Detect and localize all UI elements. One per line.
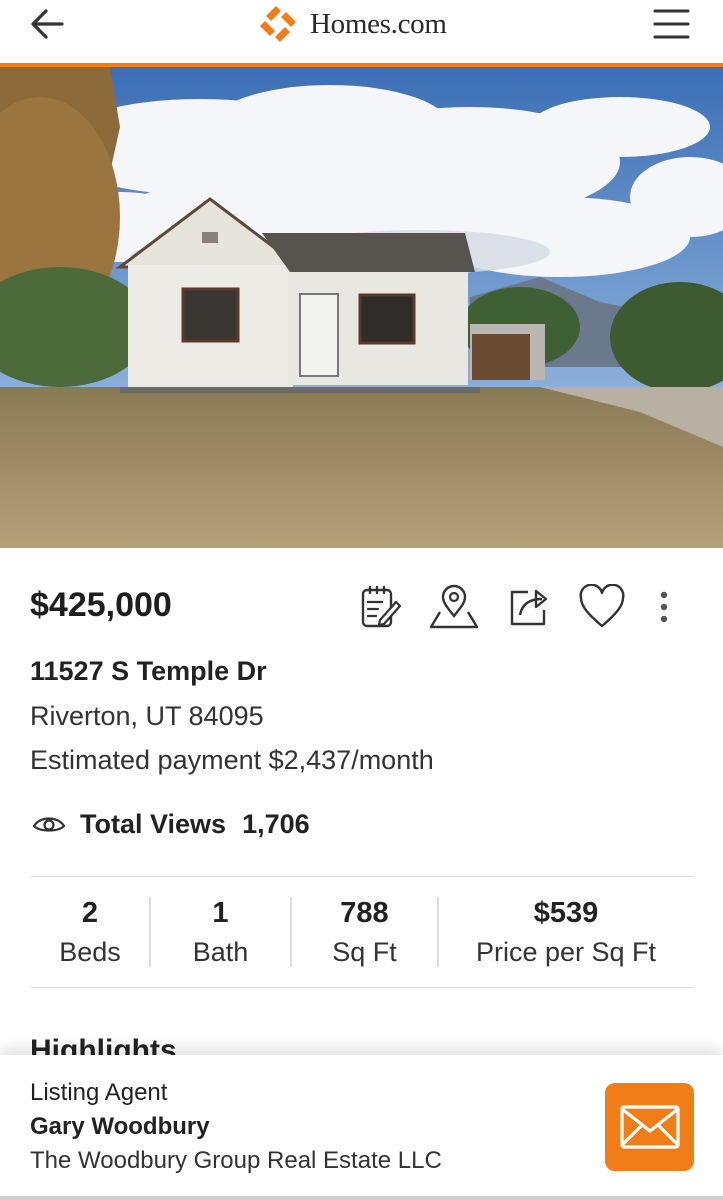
contact-agent-button[interactable] [605,1083,694,1171]
total-views-count: 1,706 [242,808,310,839]
arrow-left-icon [31,9,64,39]
total-views: Total Views 1,706 [32,806,310,842]
eye-icon [32,817,66,832]
top-bar: Homes.com [0,0,723,64]
stat-beds: 2 Beds [30,877,150,987]
favorite-button[interactable] [574,582,630,632]
house-exterior-photo[interactable] [0,67,723,548]
listing-price: $425,000 [30,586,172,624]
stat-bath: 1 Bath [150,877,291,987]
brand-logo[interactable]: Homes.com [256,2,447,46]
property-stats: 2 Beds 1 Bath 788 Sq Ft $539 Price per S… [30,876,694,988]
bottom-edge [0,1196,723,1200]
stat-value: 788 [340,897,389,929]
photo-illustration [0,67,723,548]
stat-label: Sq Ft [332,937,397,967]
back-button[interactable] [26,6,70,42]
heart-icon [579,584,625,628]
stat-value: $539 [533,897,599,929]
stat-label: Price per Sq Ft [475,937,657,967]
street-address: 11527 S Temple Dr [30,656,267,686]
agent-brokerage: The Woodbury Group Real Estate LLC [30,1147,442,1174]
stat-label: Beds [59,937,121,967]
stat-value: 2 [81,897,99,929]
stat-price-per-sqft: $539 Price per Sq Ft [438,877,694,987]
stat-sqft: 788 Sq Ft [291,877,438,987]
envelope-icon [619,1105,680,1149]
stat-value: 1 [212,897,229,929]
map-pin-icon [429,584,479,629]
stat-label: Bath [192,937,249,967]
homes-logo-icon [260,6,296,42]
vertical-ellipsis-icon [660,591,668,623]
notepad-pencil-icon [361,585,402,628]
more-options-button[interactable] [636,582,692,632]
agent-name[interactable]: Gary Woodbury [30,1113,210,1141]
estimated-payment[interactable]: Estimated payment $2,437/month [30,745,434,776]
hamburger-menu-icon [653,9,690,39]
share-button[interactable] [500,582,556,632]
listing-agent-footer: Listing Agent Gary Woodbury The Woodbury… [0,1055,723,1200]
map-location-button[interactable] [426,582,482,632]
share-arrow-icon [510,589,548,626]
brand-name: Homes.com [310,7,447,40]
menu-button[interactable] [650,6,694,42]
agent-role: Listing Agent [30,1079,168,1106]
total-views-label: Total Views [80,808,227,839]
notes-button[interactable] [352,582,408,632]
city-state-zip: Riverton, UT 84095 [30,701,264,731]
